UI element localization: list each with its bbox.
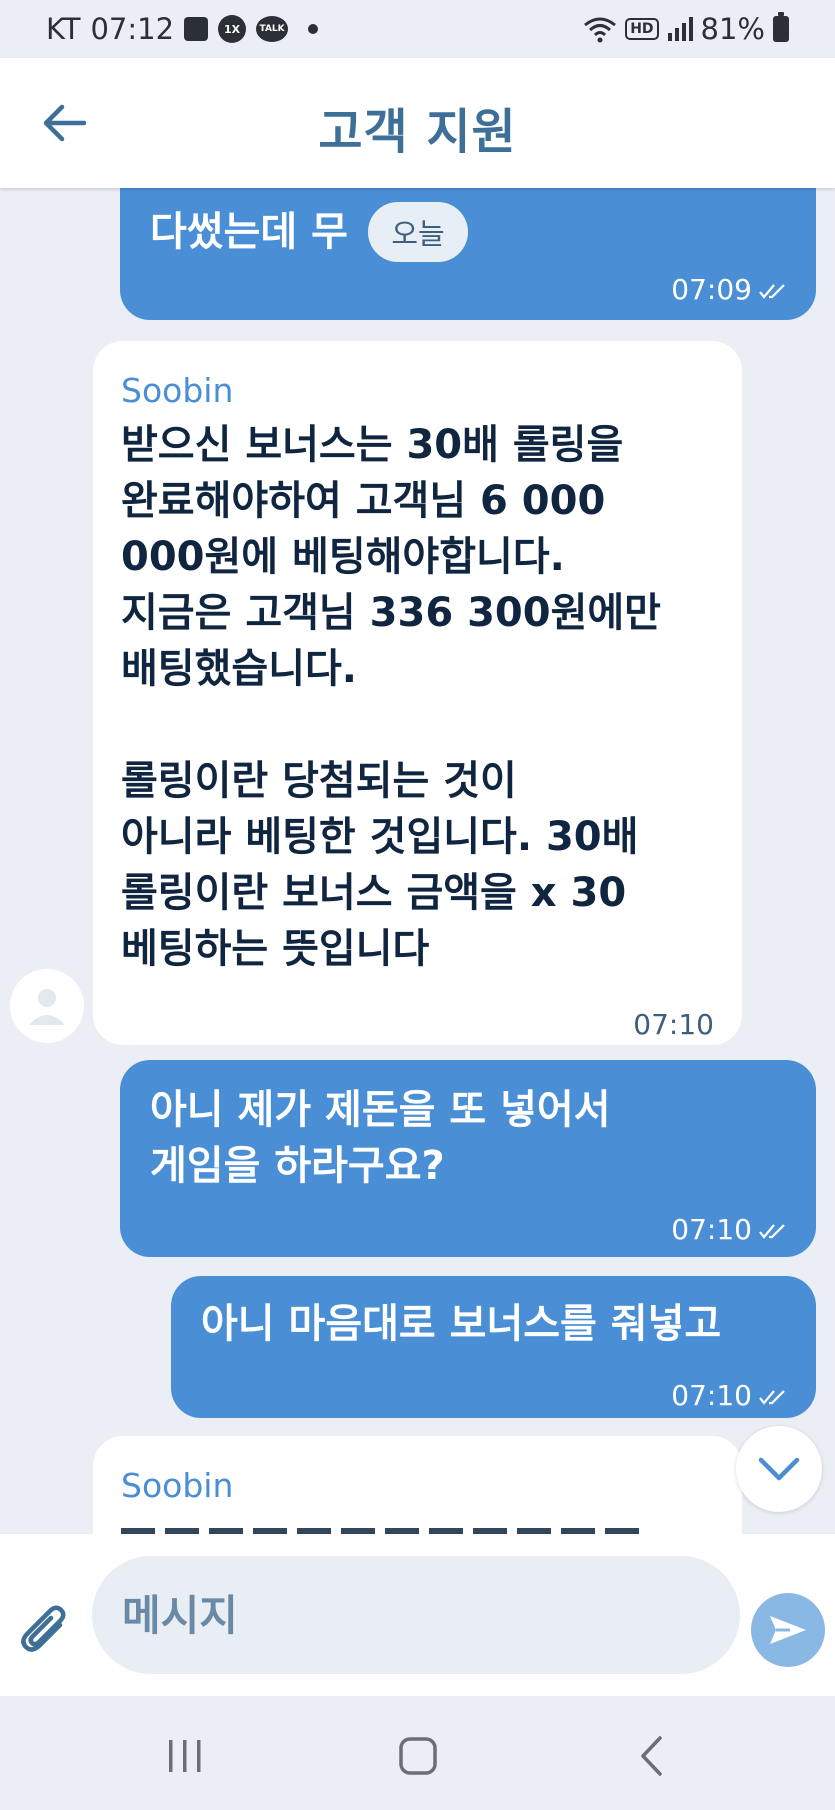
read-checkmarks-icon — [759, 1224, 785, 1239]
gallery-notification-icon — [184, 17, 209, 41]
battery-icon — [773, 12, 789, 42]
message-bubble-incoming[interactable]: Soobin 받으신 보너스는 30배 롤링을 완료해야하여 고객님 6 000… — [93, 341, 742, 1045]
app-notification-icon-text: 1X — [223, 22, 241, 36]
message-text: 받으신 보너스는 30배 롤링을 완료해야하여 고객님 6 000 000원에 … — [121, 422, 661, 972]
read-checkmarks-icon — [759, 284, 785, 299]
recent-apps-button[interactable] — [145, 1726, 225, 1786]
message-bubble-outgoing[interactable]: 다썼는데 무 07:09 — [120, 188, 816, 320]
message-time-label: 07:09 — [671, 273, 752, 306]
read-checkmarks-icon — [759, 1390, 785, 1405]
message-time: 07:10 — [671, 1202, 788, 1258]
message-time: 07:10 — [633, 1008, 714, 1041]
paperclip-icon — [21, 1605, 66, 1652]
message-list[interactable]: 다썼는데 무 07:09 오늘 Soobin 받으신 보너스는 30배 롤링을 … — [0, 188, 835, 1534]
message-time-label: 07:10 — [671, 1379, 752, 1412]
message-bubble-outgoing[interactable]: 아니 제가 제돈을 또 넣어서 게임을 하라구요? 07:10 — [120, 1060, 816, 1257]
status-bar: KT 07:12 1X TALK HD 81% — [0, 0, 835, 58]
message-time: 07:09 — [671, 262, 788, 318]
composer — [0, 1534, 835, 1696]
home-button[interactable] — [378, 1726, 458, 1786]
message-text: 다썼는데 무 — [150, 209, 348, 255]
signal-icon — [667, 17, 693, 41]
app-notification-icon: 1X — [218, 15, 247, 43]
carrier-label: KT — [46, 12, 81, 46]
hd-voice-label: HD — [630, 21, 654, 37]
system-back-button[interactable] — [612, 1726, 692, 1786]
scroll-to-bottom-button[interactable] — [736, 1426, 822, 1512]
back-chevron-icon — [641, 1736, 662, 1776]
chat-header: 고객 지원 — [0, 58, 835, 188]
talk-notification-icon-text: TALK — [259, 24, 285, 34]
send-button[interactable] — [751, 1593, 825, 1667]
clock: 07:12 — [90, 12, 175, 46]
send-icon — [770, 1616, 806, 1644]
battery-percent: 81% — [700, 12, 765, 46]
message-bubble-incoming[interactable]: Soobin — [93, 1436, 742, 1534]
message-input[interactable] — [92, 1556, 740, 1674]
more-notifications-dot-icon — [308, 24, 319, 34]
hd-voice-icon: HD — [625, 18, 659, 40]
message-time-label: 07:10 — [671, 1213, 752, 1246]
sender-avatar[interactable] — [10, 969, 84, 1043]
talk-notification-icon: TALK — [256, 16, 289, 42]
sender-name: Soobin — [121, 1466, 234, 1505]
sender-name: Soobin — [121, 371, 234, 410]
user-avatar-icon — [29, 989, 65, 1025]
date-separator: 오늘 — [368, 202, 468, 262]
page-title: 고객 지원 — [318, 104, 517, 160]
message-bubble-outgoing[interactable]: 아니 마음대로 보너스를 줘넣고 07:10 — [171, 1276, 816, 1418]
home-icon — [399, 1737, 437, 1775]
message-text: 아니 마음대로 보너스를 줘넣고 — [201, 1301, 722, 1347]
message-time: 07:10 — [671, 1368, 788, 1424]
chevron-down-icon — [758, 1457, 800, 1481]
message-text: 아니 제가 제돈을 또 넣어서 게임을 하라구요? — [150, 1087, 611, 1189]
wifi-icon — [583, 15, 617, 43]
system-nav-bar — [0, 1696, 835, 1810]
recent-apps-icon — [169, 1740, 201, 1772]
attach-button[interactable] — [14, 1600, 76, 1662]
